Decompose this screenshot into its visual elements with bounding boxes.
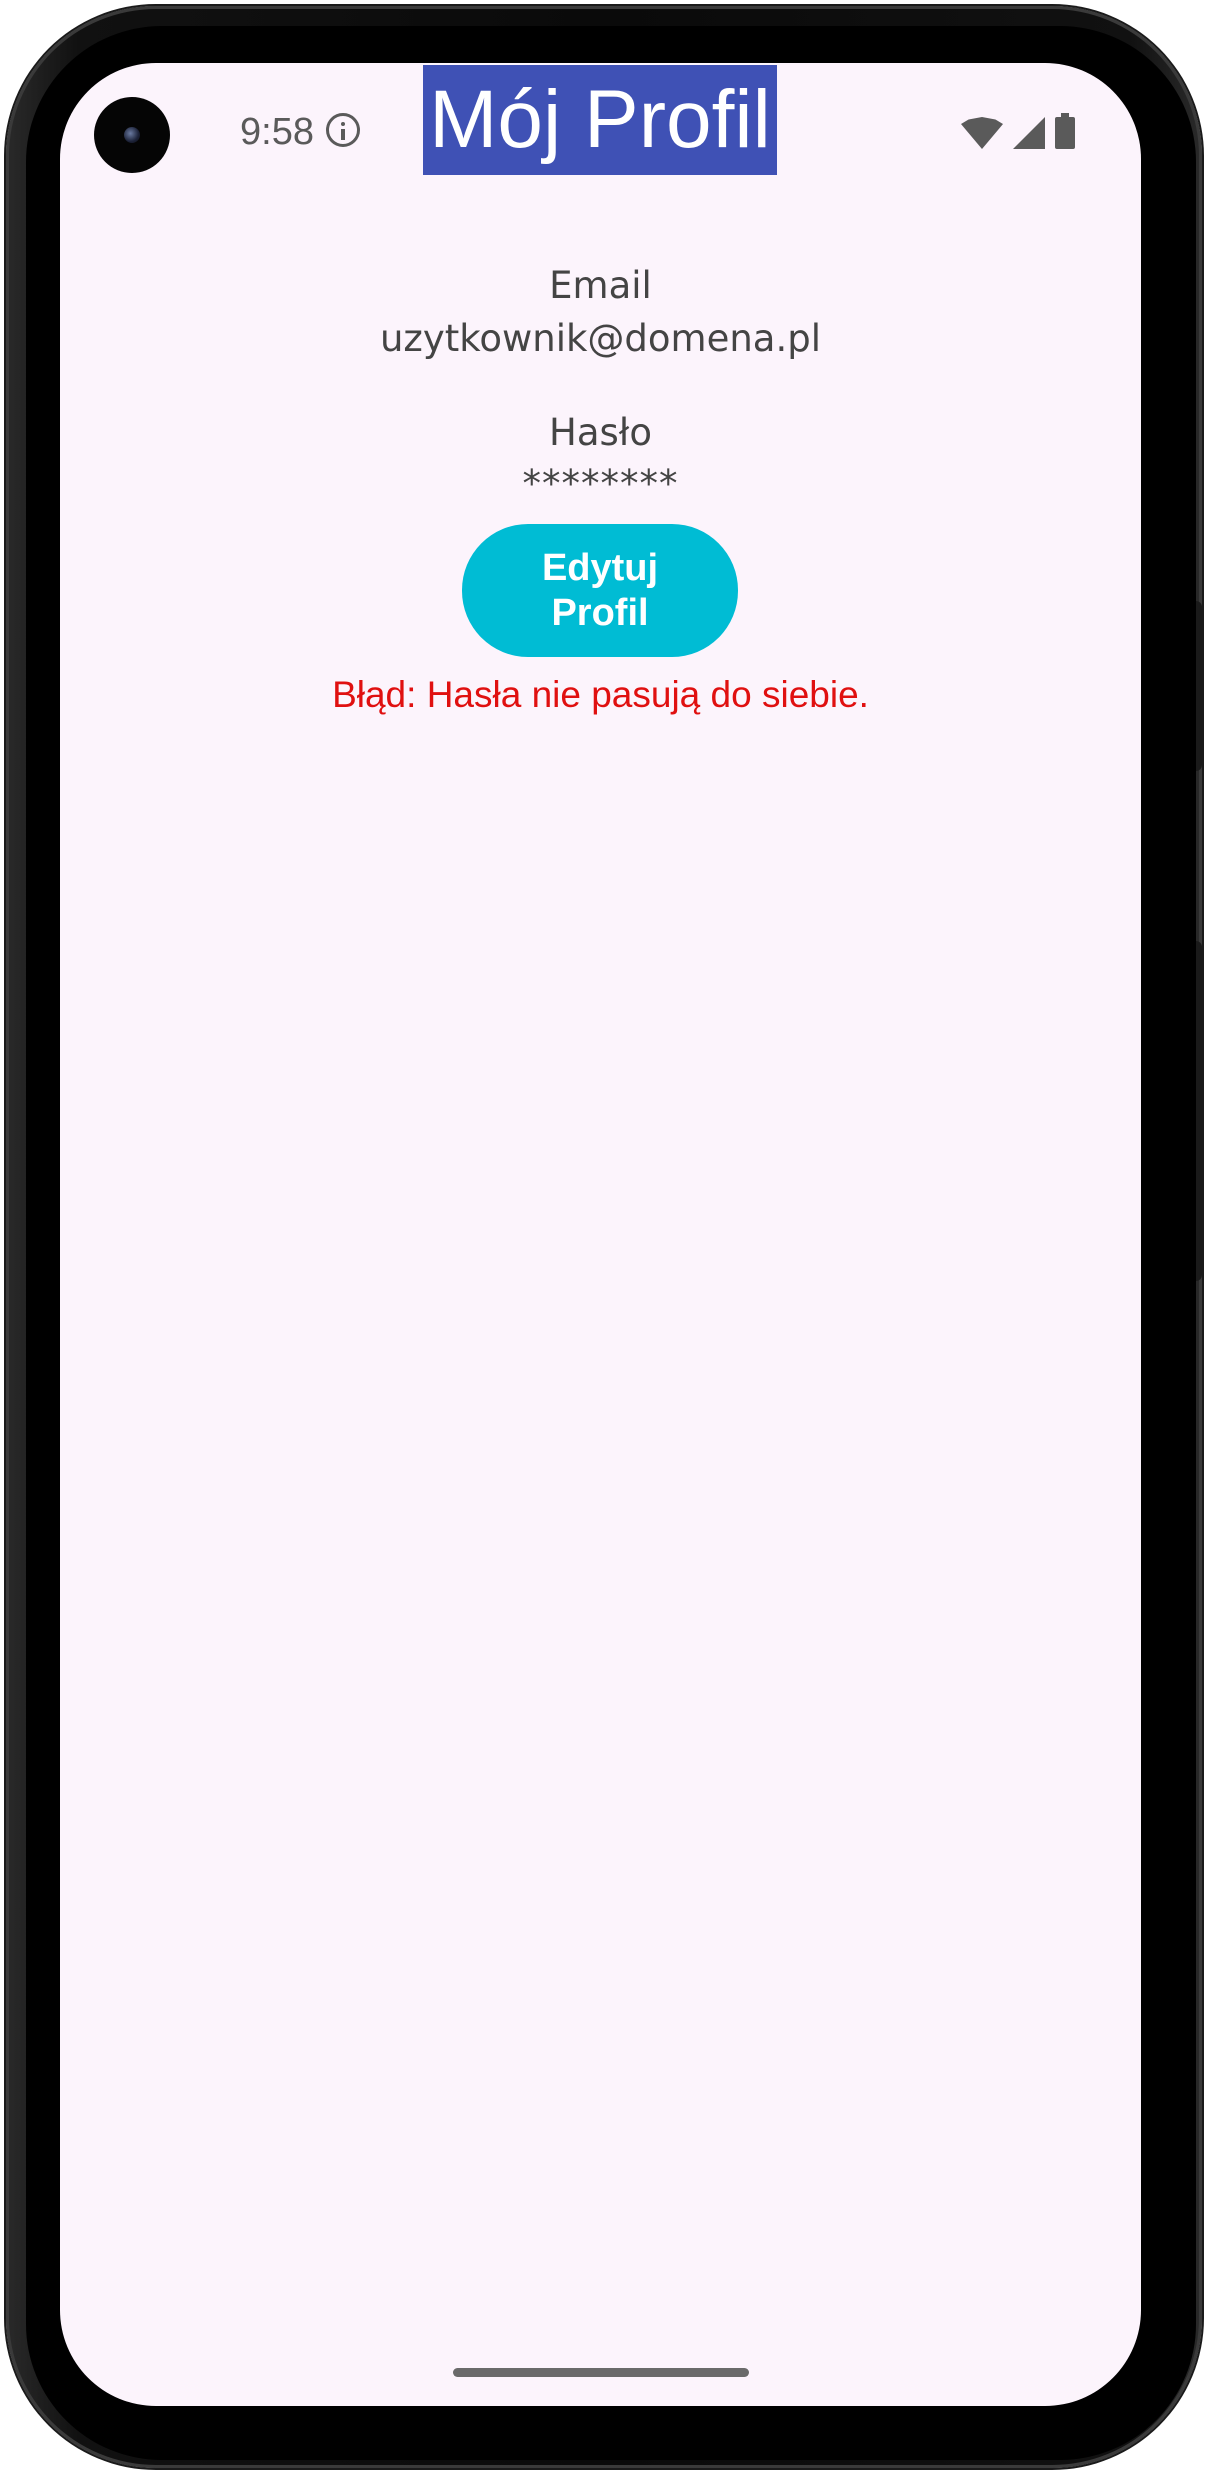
- email-value: uzytkownik@domena.pl: [379, 317, 822, 360]
- error-message: Błąd: Hasła nie pasują do siebie.: [332, 674, 869, 715]
- camera-icon: [94, 97, 170, 173]
- status-clock: 9:58: [240, 111, 314, 153]
- page: 9:58 Mój Profil Email uzytkownik@domena.…: [0, 0, 1211, 2474]
- email-label: Email: [549, 264, 652, 307]
- status-icons: [961, 113, 1075, 149]
- signal-icon: [1013, 117, 1045, 149]
- info-icon: [326, 113, 360, 147]
- wifi-icon: [961, 117, 1003, 149]
- app-screen: 9:58 Mój Profil Email uzytkownik@domena.…: [60, 63, 1141, 2406]
- home-indicator[interactable]: [453, 2368, 749, 2377]
- password-label: Hasło: [549, 411, 652, 454]
- password-value: ********: [522, 462, 679, 505]
- edit-profile-button[interactable]: Edytuj Profil: [462, 524, 738, 657]
- page-title: Mój Profil: [423, 65, 777, 175]
- battery-icon: [1055, 113, 1075, 149]
